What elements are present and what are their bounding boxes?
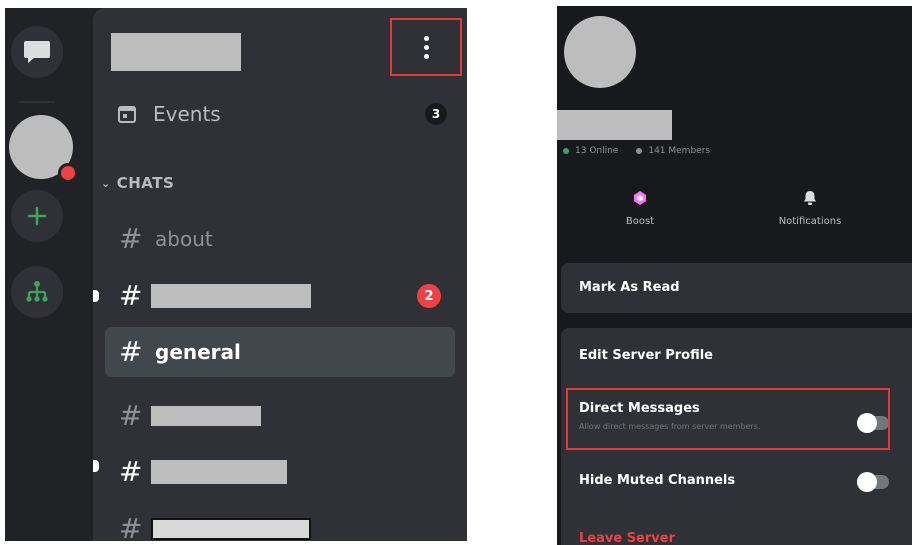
channel-name: about xyxy=(155,227,213,251)
unread-indicator xyxy=(93,290,99,302)
hierarchy-icon xyxy=(26,281,48,302)
server-view-panel: Events 3 ⌄ CHATS # about # 2 # general # xyxy=(5,8,467,541)
unread-indicator xyxy=(93,460,99,472)
mark-as-read-card[interactable]: Mark As Read xyxy=(561,263,912,313)
mark-as-read-label: Mark As Read xyxy=(579,280,680,295)
hide-muted-channels-item[interactable]: Hide Muted Channels xyxy=(579,473,735,488)
hash-icon: # xyxy=(119,335,143,368)
notifications-button[interactable]: Notifications xyxy=(735,190,885,242)
rail-divider xyxy=(19,101,55,103)
more-options-button[interactable] xyxy=(390,18,462,76)
mention-badge: 2 xyxy=(417,284,441,308)
explore-servers-button[interactable] xyxy=(11,266,63,318)
category-label: CHATS xyxy=(116,174,175,192)
vertical-dots-icon xyxy=(423,35,429,59)
events-label: Events xyxy=(153,102,221,126)
calendar-icon xyxy=(118,106,136,123)
server-rail xyxy=(5,8,78,541)
channel-list: Events 3 ⌄ CHATS # about # 2 # general # xyxy=(93,8,467,541)
direct-messages-highlight xyxy=(566,388,890,450)
hash-icon: # xyxy=(119,222,143,255)
boost-gem-icon xyxy=(634,191,646,205)
channel-name-redacted xyxy=(151,518,311,540)
channel-redacted-4[interactable]: # xyxy=(105,504,455,541)
boost-label: Boost xyxy=(625,216,655,227)
channel-name-redacted xyxy=(151,460,287,484)
members-dot-icon xyxy=(636,148,643,154)
boost-button[interactable]: Boost xyxy=(565,190,715,242)
hash-icon: # xyxy=(119,512,143,542)
bell-icon xyxy=(804,191,816,205)
leave-server-button[interactable]: Leave Server xyxy=(579,531,675,545)
hash-icon: # xyxy=(119,279,143,312)
channel-redacted-2[interactable]: # xyxy=(105,391,455,441)
hash-icon: # xyxy=(119,399,143,432)
category-chats[interactable]: ⌄ CHATS xyxy=(101,174,174,192)
channel-redacted-3[interactable]: # xyxy=(105,447,455,497)
channel-name-redacted xyxy=(151,406,261,426)
hide-muted-channels-toggle[interactable] xyxy=(857,472,889,492)
events-row[interactable]: Events 3 xyxy=(117,98,447,130)
online-dot-icon xyxy=(563,148,569,154)
hash-icon: # xyxy=(119,455,143,488)
server-mention-badge xyxy=(58,163,78,183)
toggle-knob xyxy=(857,472,877,492)
plus-icon xyxy=(27,206,47,226)
channel-name: general xyxy=(155,340,241,364)
server-avatar xyxy=(564,16,636,88)
server-name-redacted xyxy=(111,33,241,71)
channel-redacted-1[interactable]: # 2 xyxy=(105,271,455,321)
add-server-button[interactable] xyxy=(11,190,63,242)
online-count: 13 Online xyxy=(575,146,619,156)
server-name-redacted xyxy=(557,110,672,140)
members-count: 141 Members xyxy=(648,146,711,156)
chevron-down-icon: ⌄ xyxy=(101,176,111,190)
direct-messages-button[interactable] xyxy=(11,26,63,78)
channel-name-redacted xyxy=(151,284,311,308)
events-count-badge: 3 xyxy=(425,103,447,125)
server-menu-panel: 13 Online 141 Members Boost Notification… xyxy=(557,6,912,545)
channel-general[interactable]: # general xyxy=(105,327,455,377)
chat-bubble-icon xyxy=(24,41,50,63)
channel-about[interactable]: # about xyxy=(105,214,455,264)
notifications-label: Notifications xyxy=(778,216,842,227)
edit-server-profile-item[interactable]: Edit Server Profile xyxy=(579,348,713,363)
member-stats: 13 Online 141 Members xyxy=(563,146,710,156)
